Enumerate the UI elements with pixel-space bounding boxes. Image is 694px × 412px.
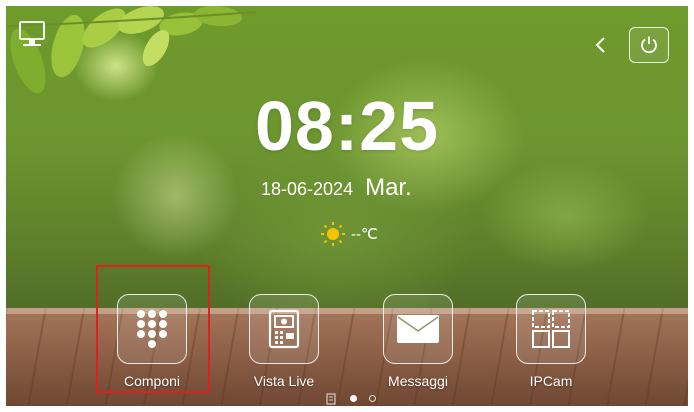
power-icon (641, 36, 657, 54)
weather-widget: --℃ (319, 222, 378, 246)
file-icon (326, 393, 336, 405)
app-componi[interactable]: Componi (114, 294, 190, 389)
envelope-icon (397, 315, 439, 343)
app-label: Messaggi (388, 373, 448, 389)
chevron-left-icon (595, 37, 605, 53)
app-label: IPCam (529, 373, 573, 389)
date-text: 18-06-2024 (261, 179, 354, 199)
app-vista-live[interactable]: Vista Live (246, 294, 322, 389)
keypad-icon (137, 310, 167, 348)
app-tile[interactable] (117, 294, 187, 364)
temperature-text: --℃ (351, 226, 378, 243)
page-dot-1[interactable] (350, 395, 357, 403)
app-label: Componi (123, 373, 181, 389)
app-ipcam[interactable]: IPCam (513, 294, 589, 389)
page-dot-2[interactable] (369, 395, 376, 403)
back-button[interactable] (590, 32, 612, 58)
clock-time: 08:25 (254, 87, 440, 165)
app-tile[interactable] (383, 294, 453, 364)
page-indicator (326, 390, 388, 405)
app-tile[interactable] (516, 294, 586, 364)
app-messaggi[interactable]: Messaggi (380, 294, 456, 389)
app-tile[interactable] (249, 294, 319, 364)
home-screen: 08:25 18-06-2024 Mar. --℃ Componi Vista … (6, 6, 688, 406)
camera-grid-icon (532, 310, 570, 348)
weekday-text: Mar. (365, 174, 412, 201)
app-label: Vista Live (253, 373, 315, 389)
power-button[interactable] (629, 27, 669, 63)
sun-icon (321, 222, 345, 246)
door-station-icon (268, 309, 300, 349)
date-row: 18-06-2024 Mar. (261, 174, 412, 204)
monitor-icon (19, 21, 45, 46)
